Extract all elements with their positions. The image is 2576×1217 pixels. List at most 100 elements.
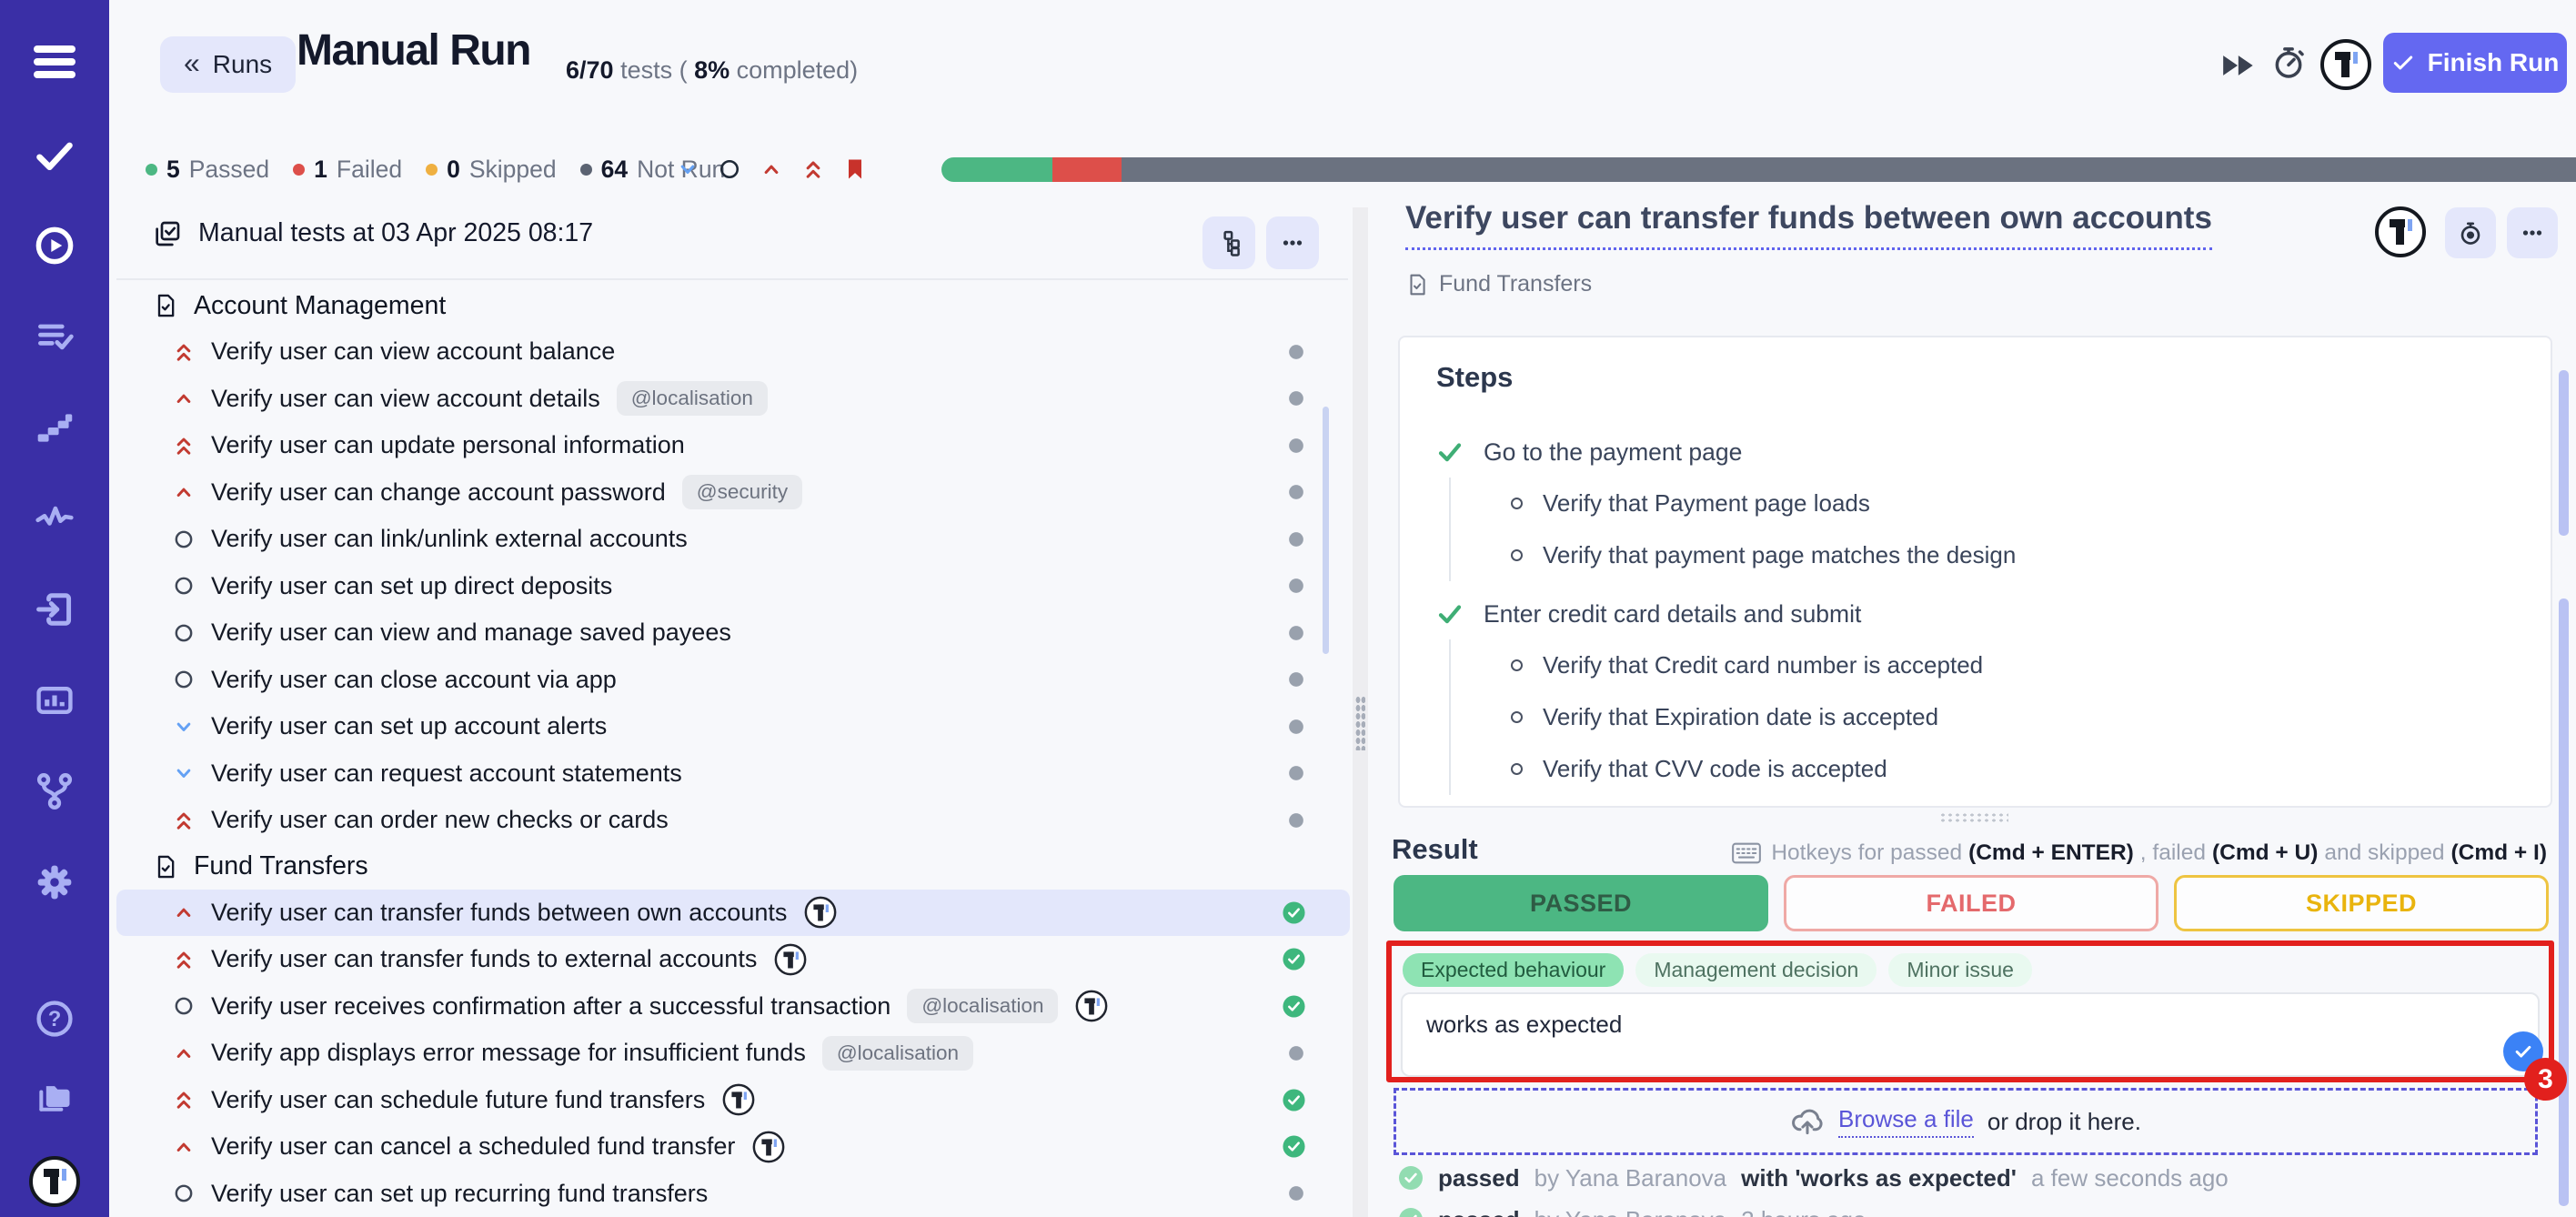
status-notrun-icon: [1286, 436, 1306, 456]
failed-button[interactable]: FAILED: [1784, 875, 2158, 931]
progress-failed-segment: [1052, 157, 1121, 182]
chevron-down-icon[interactable]: [675, 156, 700, 182]
test-row[interactable]: Verify user can change account password@…: [116, 469, 1350, 517]
step-check-row[interactable]: Verify that payment page matches the des…: [1451, 529, 2514, 581]
test-row[interactable]: Verify user can cancel a scheduled fund …: [116, 1123, 1350, 1171]
comment-input[interactable]: [1401, 992, 2540, 1077]
tree-view-button[interactable]: [1202, 216, 1255, 269]
chevrons-up-icon: [171, 808, 196, 833]
test-row[interactable]: Verify user can transfer funds between o…: [116, 890, 1350, 937]
finish-run-button[interactable]: Finish Run: [2383, 33, 2567, 93]
test-title: Verify user can schedule future fund tra…: [211, 1086, 705, 1114]
section-resize-handle[interactable]: [1939, 812, 2008, 822]
suite-section-header[interactable]: Fund Transfers: [116, 844, 1350, 890]
test-plans-icon[interactable]: [35, 317, 75, 357]
settings-gear-icon[interactable]: [35, 862, 75, 902]
status-notrun-icon: [1286, 763, 1306, 783]
back-to-runs-button[interactable]: « Runs: [160, 36, 296, 93]
test-row[interactable]: Verify user can update personal informat…: [116, 422, 1350, 469]
test-row[interactable]: Verify user can link/unlink external acc…: [116, 516, 1350, 563]
stopwatch-icon[interactable]: [2270, 44, 2307, 80]
projects-folders-icon[interactable]: [35, 1077, 75, 1117]
circle-icon[interactable]: [717, 156, 742, 182]
test-row[interactable]: Verify user can request account statemen…: [116, 750, 1350, 798]
bookmark-icon[interactable]: [842, 156, 868, 182]
tests-count: 6/70: [566, 56, 614, 84]
step-check-row[interactable]: Verify that Payment page loads: [1451, 478, 2514, 529]
test-title: Verify user can set up direct deposits: [211, 572, 612, 600]
step-check-row[interactable]: Verify that CVV code is accepted: [1451, 743, 2514, 795]
history-status: passed: [1438, 1206, 1520, 1217]
runs-play-circle-icon[interactable]: [35, 226, 75, 266]
annotation-box: Expected behaviour Management decision Min…: [1386, 940, 2554, 1082]
tests-check-icon[interactable]: [35, 135, 75, 175]
comment-tag-option[interactable]: Minor issue: [1888, 953, 2032, 987]
milestones-stairs-icon[interactable]: [35, 407, 75, 448]
app-logo-icon[interactable]: [2319, 38, 2372, 91]
stat-dot-icon: [426, 164, 438, 176]
run-more-button[interactable]: [1266, 216, 1319, 269]
test-row[interactable]: Verify user receives confirmation after …: [116, 983, 1350, 1031]
chevron-up-icon[interactable]: [759, 156, 784, 182]
steps-scrollbar[interactable]: [2559, 370, 2569, 536]
file-dropzone[interactable]: Browse a file or drop it here.: [1394, 1088, 2538, 1155]
suite-section-header[interactable]: Account Management: [116, 283, 1350, 328]
test-row[interactable]: Verify app displays error message for in…: [116, 1030, 1350, 1077]
steps-card: Steps Go to the payment pageVerify that …: [1398, 336, 2552, 808]
comment-tag-selected[interactable]: Expected behaviour: [1403, 953, 1624, 987]
test-title: Verify user can transfer funds between o…: [211, 899, 787, 927]
chevrons-up-icon[interactable]: [800, 156, 826, 182]
test-more-button[interactable]: [2507, 207, 2558, 258]
list-scrollbar[interactable]: [1323, 407, 1329, 654]
test-row[interactable]: Verify user can schedule future fund tra…: [116, 1077, 1350, 1124]
sign-in-icon[interactable]: [35, 589, 75, 629]
browse-file-link[interactable]: Browse a file: [1838, 1105, 1974, 1138]
status-passed-icon: [1282, 994, 1306, 1019]
history-time: 2 hours ago: [1741, 1206, 1866, 1217]
chevrons-up-icon: [171, 1087, 196, 1112]
reports-bar-chart-icon[interactable]: [35, 680, 75, 720]
test-timer-button[interactable]: [2445, 207, 2496, 258]
step-check-row[interactable]: Verify that Credit card number is accept…: [1451, 639, 2514, 691]
test-row[interactable]: Verify user can view account balance: [116, 328, 1350, 376]
hotkey-text: (Cmd + U): [2212, 840, 2318, 866]
test-row[interactable]: Verify user can view account details@loc…: [116, 376, 1350, 423]
skipped-button[interactable]: SKIPPED: [2174, 875, 2549, 931]
step-row[interactable]: Enter credit card details and submit: [1436, 588, 2514, 639]
test-row[interactable]: Verify user can set up account alerts: [116, 703, 1350, 750]
stats-bar: 5Passed1Failed0Skipped64Not Run: [146, 155, 725, 184]
test-row[interactable]: Verify user can set up recurring fund tr…: [116, 1171, 1350, 1217]
test-row[interactable]: Verify user can close account via app: [116, 657, 1350, 704]
test-row[interactable]: Verify user can transfer funds to extern…: [116, 936, 1350, 983]
circle-icon: [171, 527, 196, 552]
test-row[interactable]: Verify user can order new checks or card…: [116, 797, 1350, 844]
test-title: Verify user can view account details: [211, 385, 600, 413]
panel-resize-divider[interactable]: [1353, 207, 1368, 1217]
chevron-up-icon: [171, 479, 196, 505]
hotkey-text: Hotkeys for passed: [1771, 840, 1962, 866]
test-tag-badge: @localisation: [822, 1036, 973, 1071]
test-title: Verify user can cancel a scheduled fund …: [211, 1132, 735, 1161]
drag-handle-icon[interactable]: [1355, 696, 1365, 750]
test-source-logo-icon: [803, 895, 838, 930]
fast-forward-icon[interactable]: [2219, 47, 2256, 84]
test-row[interactable]: Verify user can view and manage saved pa…: [116, 609, 1350, 657]
menu-icon[interactable]: [34, 45, 75, 78]
panel-scrollbar[interactable]: [2559, 598, 2569, 1206]
step-check-label: Verify that Credit card number is accept…: [1543, 651, 1983, 679]
step-check-row[interactable]: Verify that Expiration date is accepted: [1451, 691, 2514, 743]
test-source-logo-icon[interactable]: [2374, 206, 2427, 258]
stat-dot-icon: [293, 164, 305, 176]
git-branch-icon[interactable]: [35, 771, 75, 811]
test-title: Verify user can view account balance: [211, 337, 615, 366]
run-progress-bar: [941, 157, 2576, 182]
suite-breadcrumb[interactable]: Fund Transfers: [1405, 271, 1592, 297]
pulse-activity-icon[interactable]: [35, 498, 75, 538]
step-row[interactable]: Go to the payment page: [1436, 427, 2514, 478]
test-row[interactable]: Verify user can set up direct deposits: [116, 563, 1350, 610]
step-checks: Verify that Payment page loadsVerify tha…: [1449, 478, 2514, 581]
comment-tag-option[interactable]: Management decision: [1635, 953, 1877, 987]
passed-button[interactable]: PASSED: [1394, 875, 1768, 931]
file-check-icon: [153, 854, 178, 880]
help-icon[interactable]: ?: [35, 999, 75, 1039]
